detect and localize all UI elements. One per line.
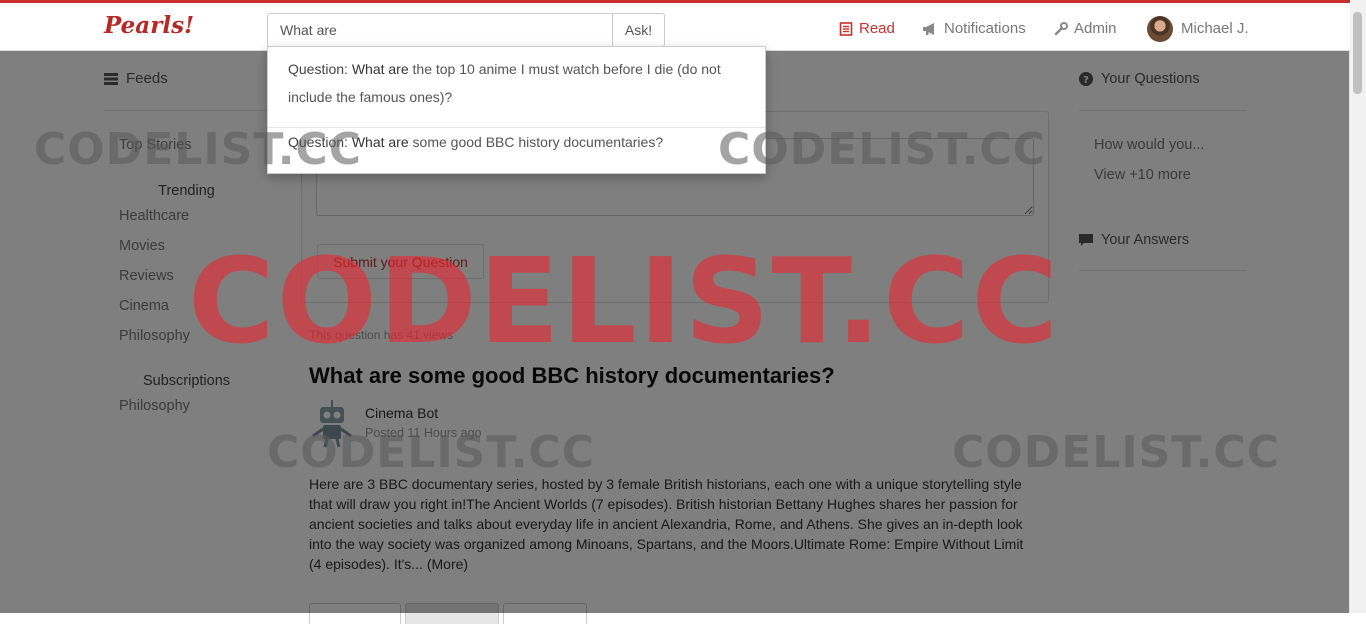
suggestion-item[interactable]: Question: What are some good BBC history…: [268, 127, 765, 156]
scrollbar-thumb[interactable]: [1353, 12, 1362, 94]
ask-button[interactable]: Ask!: [612, 13, 665, 47]
nav-read-label: Read: [859, 20, 895, 37]
brand-logo[interactable]: Pearls!: [104, 12, 194, 39]
suggestion-prefix: Question:: [288, 134, 348, 150]
search-input[interactable]: [267, 13, 613, 47]
top-navbar: Pearls! Ask! Read Notifications Admin Mi…: [0, 0, 1350, 51]
suggestion-match: What are: [351, 134, 409, 150]
book-icon: [839, 21, 853, 36]
suggestion-prefix: Question:: [288, 61, 348, 77]
page-scrollbar[interactable]: [1349, 0, 1366, 613]
suggestion-text: some good BBC history documentaries?: [412, 134, 664, 150]
wrench-icon: [1054, 21, 1068, 35]
search-bar: Ask!: [267, 13, 665, 47]
user-name: Michael J.: [1181, 20, 1249, 37]
nav-user-menu[interactable]: Michael J.: [1147, 3, 1249, 54]
suggestion-item[interactable]: Question: What are the top 10 anime I mu…: [268, 55, 765, 111]
search-suggestions: Question: What are the top 10 anime I mu…: [267, 46, 766, 174]
nav-notifications-label: Notifications: [944, 20, 1026, 37]
nav-notifications[interactable]: Notifications: [922, 3, 1026, 54]
nav-admin-label: Admin: [1074, 20, 1117, 37]
nav-read[interactable]: Read: [839, 3, 895, 54]
nav-admin[interactable]: Admin: [1054, 3, 1117, 54]
suggestion-match: What are: [351, 61, 409, 77]
avatar: [1147, 15, 1173, 42]
bullhorn-icon: [923, 22, 934, 35]
